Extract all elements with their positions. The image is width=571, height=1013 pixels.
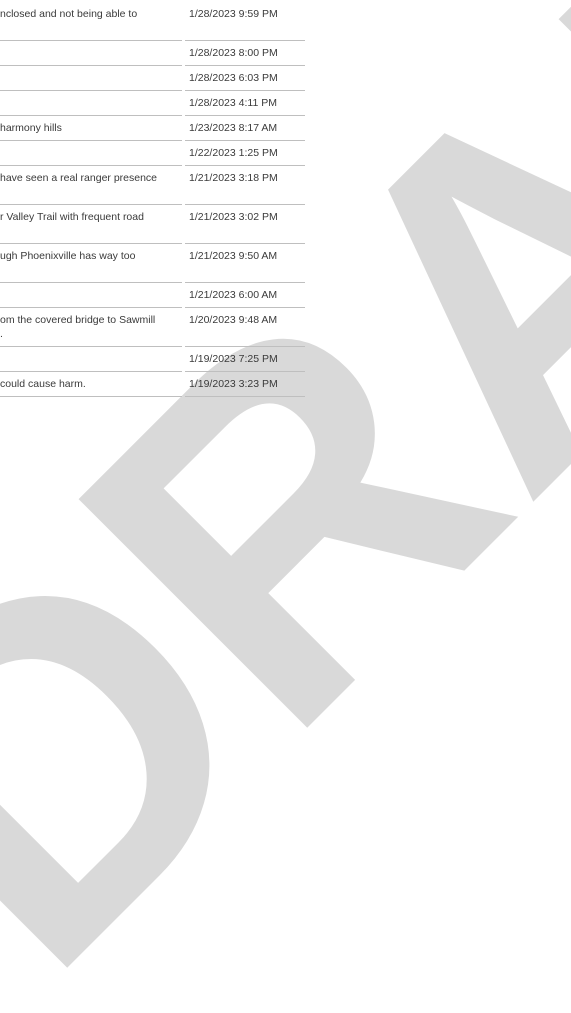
table-row: 1/19/2023 7:25 PM [0,346,305,372]
table-row: 1/28/2023 8:00 PM [0,40,305,66]
comment-date-cell: 1/19/2023 3:23 PM [185,371,305,397]
comment-text-cell [0,282,182,308]
table-row: om the covered bridge to Sawmill . 1/20/… [0,307,305,347]
comment-text-cell [0,65,182,91]
comment-text-line: nclosed and not being able to [0,8,138,20]
comment-text-cell [0,346,182,372]
table-row: r Valley Trail with frequent road 1/21/2… [0,204,305,244]
comment-text-line: could cause harm. [0,378,86,390]
comment-text-line: have seen a real ranger presence [0,172,158,184]
comment-date-cell: 1/19/2023 7:25 PM [185,346,305,372]
comment-date-cell: 1/28/2023 4:11 PM [185,90,305,116]
comment-date-cell: 1/21/2023 3:02 PM [185,204,305,244]
comment-date-cell: 1/21/2023 9:50 AM [185,243,305,283]
table-row: 1/22/2023 1:25 PM [0,140,305,166]
comment-text-cell: r Valley Trail with frequent road [0,204,182,244]
comment-date-cell: 1/20/2023 9:48 AM [185,307,305,347]
comment-text-cell: om the covered bridge to Sawmill . [0,307,182,347]
table-row: 1/28/2023 4:11 PM [0,90,305,116]
table-row: nclosed and not being able to 1/28/2023 … [0,0,305,41]
comment-text-cell: have seen a real ranger presence [0,165,182,205]
comment-text-cell: ugh Phoenixville has way too [0,243,182,283]
comment-text-line: r Valley Trail with frequent road [0,211,144,223]
comment-text-line: om the covered bridge to Sawmill [0,314,156,326]
comments-table-container: nclosed and not being able to 1/28/2023 … [0,0,305,397]
comment-text-cell [0,140,182,166]
table-row: ugh Phoenixville has way too 1/21/2023 9… [0,243,305,283]
comment-date-cell: 1/28/2023 9:59 PM [185,0,305,41]
table-row: could cause harm. 1/19/2023 3:23 PM [0,371,305,397]
table-row: harmony hills 1/23/2023 8:17 AM [0,115,305,141]
comment-text-line: . [0,328,3,340]
comment-date-cell: 1/21/2023 3:18 PM [185,165,305,205]
comment-date-cell: 1/21/2023 6:00 AM [185,282,305,308]
comment-date-cell: 1/28/2023 6:03 PM [185,65,305,91]
table-row: 1/28/2023 6:03 PM [0,65,305,91]
comment-date-cell: 1/22/2023 1:25 PM [185,140,305,166]
comment-text-cell: harmony hills [0,115,182,141]
comment-text-cell: nclosed and not being able to [0,0,182,41]
comment-text-cell: could cause harm. [0,371,182,397]
comment-text-cell [0,90,182,116]
comments-table: nclosed and not being able to 1/28/2023 … [0,0,305,397]
table-row: have seen a real ranger presence 1/21/20… [0,165,305,205]
comment-text-cell [0,40,182,66]
comment-text-line: harmony hills [0,122,62,134]
comment-date-cell: 1/28/2023 8:00 PM [185,40,305,66]
comment-date-cell: 1/23/2023 8:17 AM [185,115,305,141]
table-row: 1/21/2023 6:00 AM [0,282,305,308]
comment-text-line: ugh Phoenixville has way too [0,250,136,262]
